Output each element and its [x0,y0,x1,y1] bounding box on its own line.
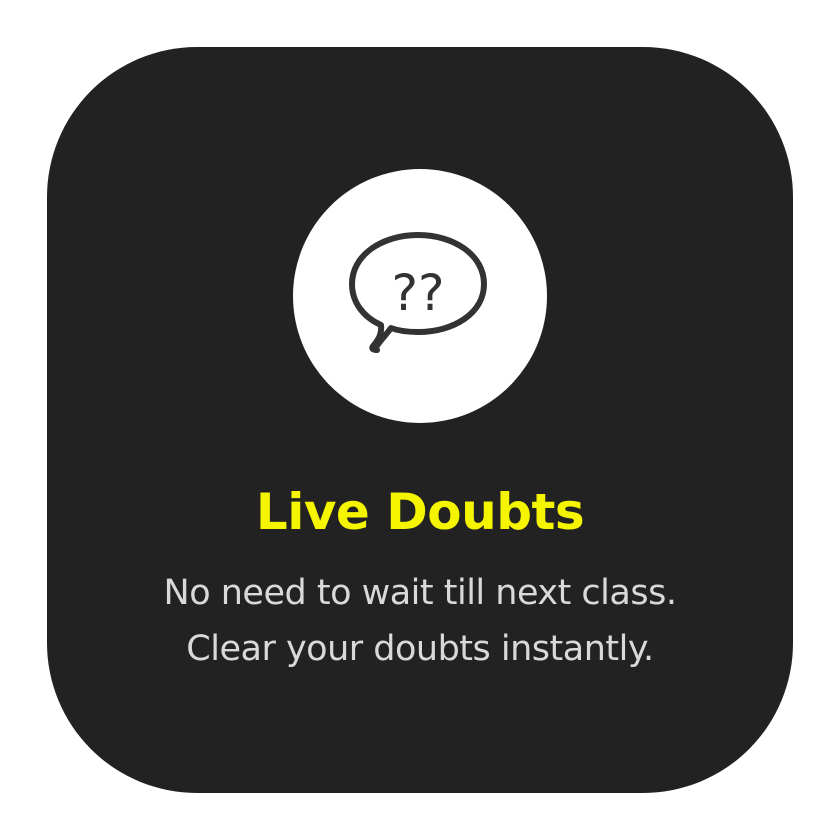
icon-circle: ?? [293,169,547,423]
card-title: Live Doubts [255,483,585,541]
card-description-line-2: Clear your doubts instantly. [186,629,654,669]
card-description-line-1: No need to wait till next class. [163,573,677,613]
speech-bubble-question-icon: ?? [349,232,487,353]
icon-glyph: ?? [391,264,444,322]
